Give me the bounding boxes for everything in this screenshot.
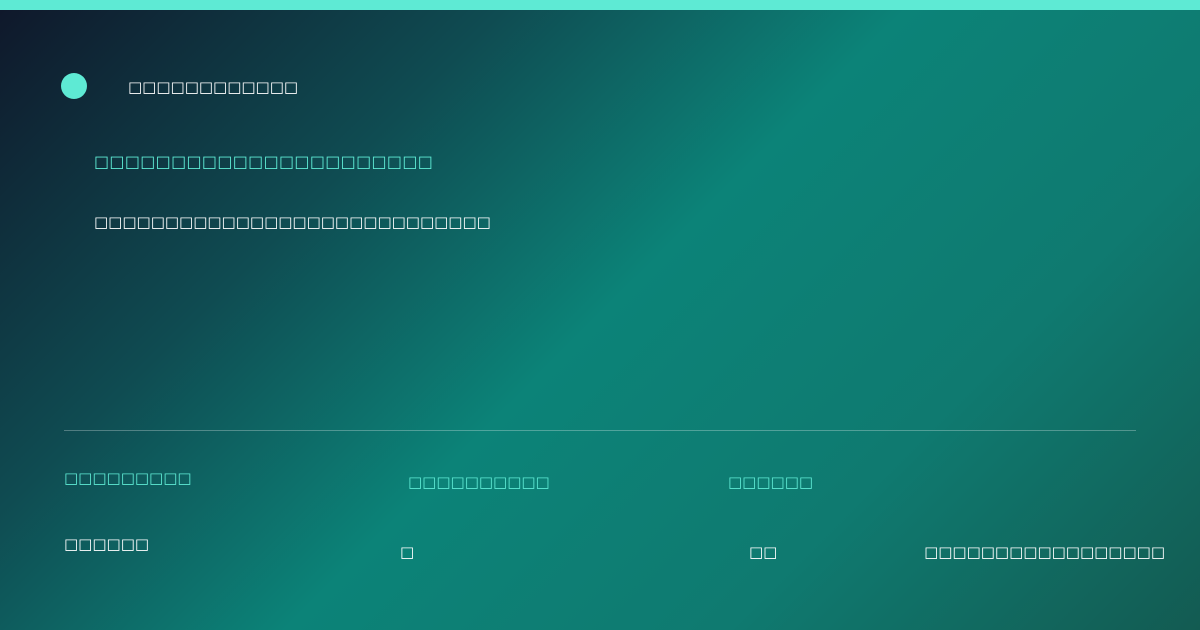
- footer-label-1: □□□□□□□□□: [64, 469, 192, 487]
- top-accent-bar: [0, 0, 1200, 10]
- brand-name: □□□□□□□□□□□□: [128, 78, 299, 96]
- footer-value-3: □□: [749, 543, 778, 561]
- brand-logo-dot: [61, 73, 87, 99]
- footer-value-4: □□□□□□□□□□□□□□□□□: [924, 543, 1165, 561]
- footer-label-2: □□□□□□□□□□: [408, 473, 550, 491]
- footer-label-3: □□□□□□: [728, 473, 814, 491]
- footer-value-2: □: [400, 543, 415, 561]
- hero-subline: □□□□□□□□□□□□□□□□□□□□□□□□□□□□: [94, 213, 491, 231]
- footer-value-1: □□□□□□: [64, 535, 150, 553]
- footer-divider: [64, 430, 1136, 431]
- hero-headline: □□□□□□□□□□□□□□□□□□□□□□: [94, 152, 434, 171]
